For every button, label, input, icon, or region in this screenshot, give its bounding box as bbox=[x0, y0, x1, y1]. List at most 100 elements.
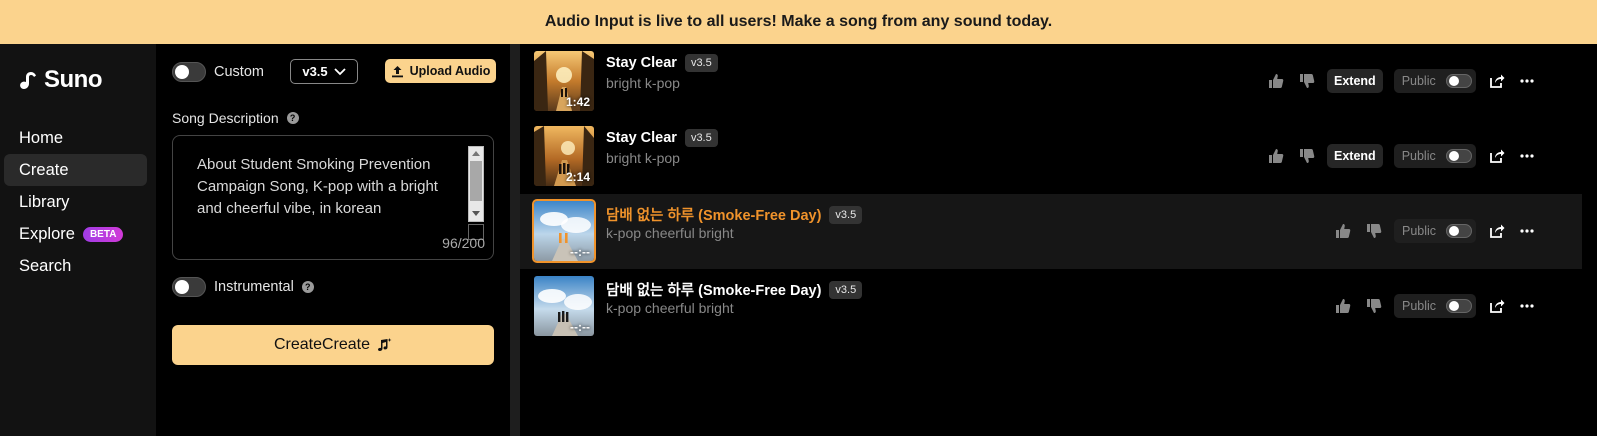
sidebar-item-create[interactable]: Create bbox=[4, 154, 147, 186]
song-actions: Public bbox=[1334, 294, 1536, 318]
upload-icon bbox=[391, 65, 403, 77]
thumbs-down-icon[interactable] bbox=[1298, 72, 1316, 90]
beta-badge: BETA bbox=[82, 226, 124, 242]
thumbs-up-icon[interactable] bbox=[1334, 222, 1352, 240]
sidebar-item-label: Explore bbox=[19, 224, 75, 243]
song-title-line: Stay Clear v3.5 bbox=[606, 129, 718, 147]
public-toggle[interactable]: Public bbox=[1394, 294, 1476, 318]
music-sparkle-icon bbox=[378, 338, 392, 352]
song-title-line: 담배 없는 하루 (Smoke-Free Day) v3.5 bbox=[606, 279, 863, 300]
song-description-label-text: Song Description bbox=[172, 110, 279, 126]
sidebar-item-label: Home bbox=[19, 128, 64, 147]
song-cover[interactable]: 2:14 bbox=[534, 126, 594, 186]
song-title-line: Stay Clear v3.5 bbox=[606, 54, 718, 72]
song-description-text[interactable]: About Student Smoking Prevention Campaig… bbox=[197, 154, 462, 220]
song-cover[interactable]: 1:42 bbox=[534, 51, 594, 111]
scroll-up-icon[interactable] bbox=[472, 151, 480, 156]
song-actions: Public bbox=[1334, 219, 1536, 243]
song-title[interactable]: 담배 없는 하루 (Smoke-Free Day) bbox=[606, 279, 821, 300]
more-options-icon[interactable] bbox=[1518, 72, 1536, 90]
extend-button[interactable]: Extend bbox=[1327, 69, 1383, 93]
custom-label: Custom bbox=[214, 64, 264, 80]
share-icon[interactable] bbox=[1488, 72, 1506, 90]
thumbs-down-icon[interactable] bbox=[1365, 222, 1383, 240]
more-options-icon[interactable] bbox=[1518, 147, 1536, 165]
song-row[interactable]: --:-- 담배 없는 하루 (Smoke-Free Day) v3.5 k-p… bbox=[520, 269, 1582, 344]
scroll-thumb[interactable] bbox=[470, 161, 482, 201]
scroll-down-icon[interactable] bbox=[472, 211, 480, 216]
extend-button[interactable]: Extend bbox=[1327, 144, 1383, 168]
version-value: v3.5 bbox=[302, 64, 328, 79]
public-switch[interactable] bbox=[1446, 299, 1473, 313]
instrumental-toggle[interactable] bbox=[172, 277, 206, 297]
thumbs-up-icon[interactable] bbox=[1334, 297, 1352, 315]
song-row[interactable]: --:-- 담배 없는 하루 (Smoke-Free Day) v3.5 k-p… bbox=[520, 194, 1582, 269]
version-badge: v3.5 bbox=[684, 129, 718, 147]
song-cover[interactable]: --:-- bbox=[534, 276, 594, 336]
public-toggle[interactable]: Public bbox=[1394, 219, 1476, 243]
instrumental-label-text: Instrumental bbox=[214, 279, 294, 295]
song-title[interactable]: 담배 없는 하루 (Smoke-Free Day) bbox=[606, 204, 821, 225]
thumbs-up-icon[interactable] bbox=[1267, 72, 1285, 90]
version-select[interactable]: v3.5 bbox=[290, 59, 358, 84]
thumbs-down-icon[interactable] bbox=[1298, 147, 1316, 165]
public-switch[interactable] bbox=[1446, 224, 1473, 238]
version-badge: v3.5 bbox=[829, 205, 863, 224]
version-badge: v3.5 bbox=[829, 280, 863, 299]
song-cover[interactable]: --:-- bbox=[532, 199, 596, 263]
song-title[interactable]: Stay Clear bbox=[606, 55, 677, 71]
song-description-label: Song Description ? bbox=[172, 110, 299, 126]
more-options-icon[interactable] bbox=[1518, 222, 1536, 240]
song-description-field[interactable]: About Student Smoking Prevention Campaig… bbox=[172, 135, 494, 260]
announcement-banner[interactable]: Audio Input is live to all users! Make a… bbox=[0, 0, 1597, 44]
help-icon[interactable]: ? bbox=[301, 281, 314, 293]
public-switch[interactable] bbox=[1445, 149, 1472, 163]
song-actions: Extend Public bbox=[1267, 69, 1536, 93]
thumbs-up-icon[interactable] bbox=[1267, 147, 1285, 165]
sidebar-item-label: Create bbox=[19, 160, 69, 179]
sidebar-item-explore[interactable]: Explore BETA bbox=[4, 218, 147, 250]
song-title[interactable]: Stay Clear bbox=[606, 130, 677, 146]
textarea-scrollbar[interactable] bbox=[468, 146, 484, 222]
public-toggle[interactable]: Public bbox=[1393, 69, 1476, 93]
logo[interactable]: Suno bbox=[18, 66, 103, 94]
sidebar-item-label: Library bbox=[19, 192, 70, 211]
sidebar: Suno Home Create Library Explore BETA Sea… bbox=[0, 44, 156, 436]
sidebar-nav: Home Create Library Explore BETA Search bbox=[4, 122, 147, 282]
help-icon[interactable]: ? bbox=[286, 112, 299, 124]
song-style[interactable]: k-pop cheerful bright bbox=[606, 225, 734, 241]
sidebar-item-home[interactable]: Home bbox=[4, 122, 147, 154]
custom-toggle[interactable] bbox=[172, 62, 206, 82]
song-duration: --:-- bbox=[570, 245, 590, 259]
song-row[interactable]: 2:14 Stay Clear v3.5 bright k-pop Extend… bbox=[520, 119, 1582, 194]
song-style[interactable]: bright k-pop bbox=[606, 75, 680, 91]
char-count: 96/200 bbox=[442, 235, 485, 251]
public-label: Public bbox=[1401, 149, 1436, 163]
song-duration: 2:14 bbox=[565, 170, 590, 184]
upload-audio-button[interactable]: Upload Audio bbox=[385, 59, 496, 83]
create-panel: Custom v3.5 Upload Audio Song Descriptio… bbox=[156, 44, 510, 436]
public-label: Public bbox=[1401, 74, 1436, 88]
public-toggle[interactable]: Public bbox=[1393, 144, 1476, 168]
panel-divider[interactable] bbox=[510, 44, 520, 436]
sidebar-item-search[interactable]: Search bbox=[4, 250, 147, 282]
public-switch[interactable] bbox=[1445, 74, 1472, 88]
upload-audio-label: Upload Audio bbox=[409, 64, 491, 78]
song-style[interactable]: k-pop cheerful bright bbox=[606, 300, 734, 316]
song-row[interactable]: 1:42 Stay Clear v3.5 bright k-pop Extend… bbox=[520, 44, 1582, 119]
song-style[interactable]: bright k-pop bbox=[606, 150, 680, 166]
share-icon[interactable] bbox=[1488, 147, 1506, 165]
logo-text: Suno bbox=[44, 66, 103, 93]
more-options-icon[interactable] bbox=[1518, 297, 1536, 315]
create-button-label: CreateCreate bbox=[273, 336, 371, 353]
suno-logo-icon bbox=[20, 72, 36, 89]
song-duration: 1:42 bbox=[565, 95, 590, 109]
share-icon[interactable] bbox=[1488, 297, 1506, 315]
share-icon[interactable] bbox=[1488, 222, 1506, 240]
banner-text: Audio Input is live to all users! Make a… bbox=[544, 13, 1053, 30]
create-button[interactable]: CreateCreate bbox=[172, 325, 494, 365]
thumbs-down-icon[interactable] bbox=[1365, 297, 1383, 315]
sidebar-item-library[interactable]: Library bbox=[4, 186, 147, 218]
instrumental-label: Instrumental ? bbox=[214, 279, 314, 295]
song-duration: --:-- bbox=[570, 320, 590, 334]
